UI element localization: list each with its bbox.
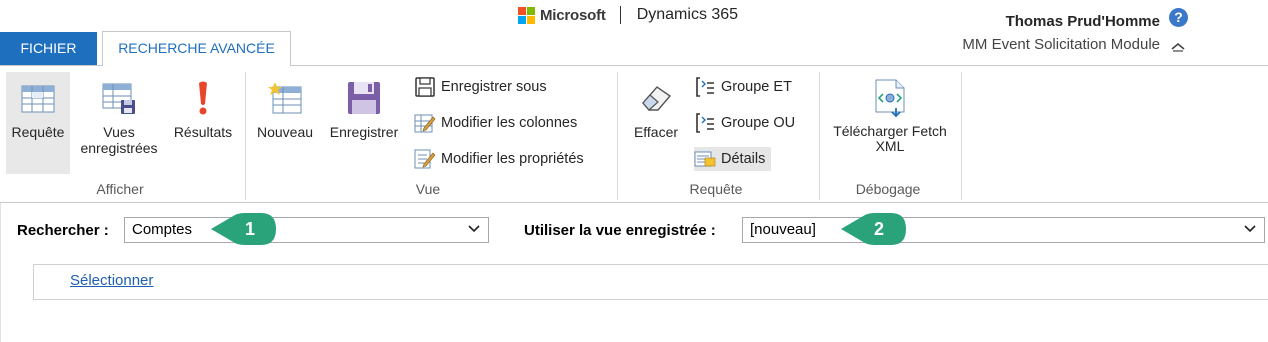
effacer-button[interactable]: Effacer bbox=[626, 72, 686, 140]
chevron-down-icon bbox=[1244, 225, 1256, 233]
telecharger-fetch-xml-label: Télécharger Fetch XML bbox=[833, 123, 947, 154]
microsoft-logo-icon bbox=[518, 6, 535, 24]
vue-enregistree-value: [nouveau] bbox=[750, 221, 816, 238]
group-divider bbox=[961, 72, 962, 200]
group-and-icon bbox=[694, 76, 716, 98]
content-left-border bbox=[0, 203, 1, 342]
nouveau-label: Nouveau bbox=[256, 124, 314, 140]
nouveau-button[interactable]: Nouveau bbox=[252, 72, 318, 140]
enregistrer-sous-button[interactable]: Enregistrer sous bbox=[414, 75, 547, 99]
brand-divider bbox=[619, 6, 621, 24]
download-xml-icon bbox=[872, 72, 908, 124]
details-label: Détails bbox=[721, 151, 766, 167]
brand: Microsoft Dynamics 365 bbox=[518, 6, 738, 24]
collapse-ribbon-icon[interactable] bbox=[1170, 40, 1186, 54]
callout-number-1: 1 bbox=[245, 218, 256, 239]
saved-views-icon bbox=[99, 72, 139, 124]
groupe-ou-button[interactable]: Groupe OU bbox=[694, 111, 795, 135]
vue-enregistree-label: Utiliser la vue enregistrée : bbox=[524, 222, 716, 239]
vue-enregistree-select[interactable]: [nouveau] bbox=[742, 217, 1265, 243]
modifier-colonnes-label: Modifier les colonnes bbox=[441, 115, 578, 131]
effacer-label: Effacer bbox=[633, 124, 679, 140]
tab-fichier[interactable]: FICHIER bbox=[0, 32, 97, 65]
group-divider bbox=[617, 72, 618, 200]
chevron-down-icon bbox=[468, 225, 480, 233]
group-or-icon bbox=[694, 112, 716, 134]
groupe-et-label: Groupe ET bbox=[721, 79, 792, 95]
selectionner-link[interactable]: Sélectionner bbox=[70, 272, 153, 289]
query-builder-area bbox=[33, 264, 1268, 300]
callout-number-2: 2 bbox=[874, 218, 885, 239]
edit-columns-icon bbox=[414, 112, 436, 134]
details-icon bbox=[694, 148, 716, 170]
group-divider bbox=[819, 72, 820, 200]
new-view-icon bbox=[267, 72, 303, 124]
enregistrer-label: Enregistrer bbox=[329, 124, 399, 140]
group-label-afficher: Afficher bbox=[96, 181, 144, 197]
details-button[interactable]: Détails bbox=[694, 147, 772, 171]
group-divider bbox=[245, 72, 246, 200]
enregistrer-sous-label: Enregistrer sous bbox=[441, 79, 547, 95]
tab-recherche-avancee[interactable]: RECHERCHE AVANCÉE bbox=[102, 31, 291, 66]
help-icon[interactable]: ? bbox=[1169, 8, 1188, 27]
modifier-proprietes-label: Modifier les propriétés bbox=[441, 151, 584, 167]
group-label-requete: Requête bbox=[689, 181, 743, 197]
query-grid-icon bbox=[20, 72, 56, 124]
vues-enregistrees-button[interactable]: Vues enregistrées bbox=[74, 72, 164, 156]
modifier-proprietes-button[interactable]: Modifier les propriétés bbox=[414, 147, 584, 171]
vues-enregistrees-label: Vues enregistrées bbox=[80, 124, 158, 156]
groupe-et-button[interactable]: Groupe ET bbox=[694, 75, 792, 99]
requete-button[interactable]: Requête bbox=[6, 72, 70, 174]
save-disk-icon bbox=[346, 72, 382, 124]
callout-badge-1: 1 bbox=[211, 212, 277, 246]
user-name[interactable]: Thomas Prud'Homme bbox=[1006, 13, 1160, 30]
telecharger-fetch-xml-button[interactable]: Télécharger Fetch XML bbox=[826, 72, 954, 154]
rechercher-select[interactable]: Comptes bbox=[124, 217, 489, 243]
groupe-ou-label: Groupe OU bbox=[721, 115, 796, 131]
enregistrer-button[interactable]: Enregistrer bbox=[324, 72, 404, 140]
modifier-colonnes-button[interactable]: Modifier les colonnes bbox=[414, 111, 577, 135]
resultats-label: Résultats bbox=[173, 124, 233, 140]
group-label-vue: Vue bbox=[415, 181, 441, 197]
rechercher-label: Rechercher : bbox=[17, 222, 109, 239]
rechercher-value: Comptes bbox=[132, 221, 193, 238]
module-name: MM Event Solicitation Module bbox=[962, 36, 1160, 53]
requete-label: Requête bbox=[11, 124, 65, 140]
ribbon-bottom-border bbox=[0, 202, 1268, 203]
eraser-icon bbox=[639, 72, 673, 124]
resultats-button[interactable]: Résultats bbox=[169, 72, 237, 140]
edit-properties-icon bbox=[414, 148, 436, 170]
brand-product: Dynamics 365 bbox=[636, 6, 739, 23]
callout-badge-2: 2 bbox=[841, 212, 907, 246]
exclamation-icon bbox=[195, 72, 211, 124]
save-as-icon bbox=[414, 76, 436, 98]
brand-company: Microsoft bbox=[540, 6, 606, 24]
group-label-debogage: Débogage bbox=[855, 181, 921, 197]
